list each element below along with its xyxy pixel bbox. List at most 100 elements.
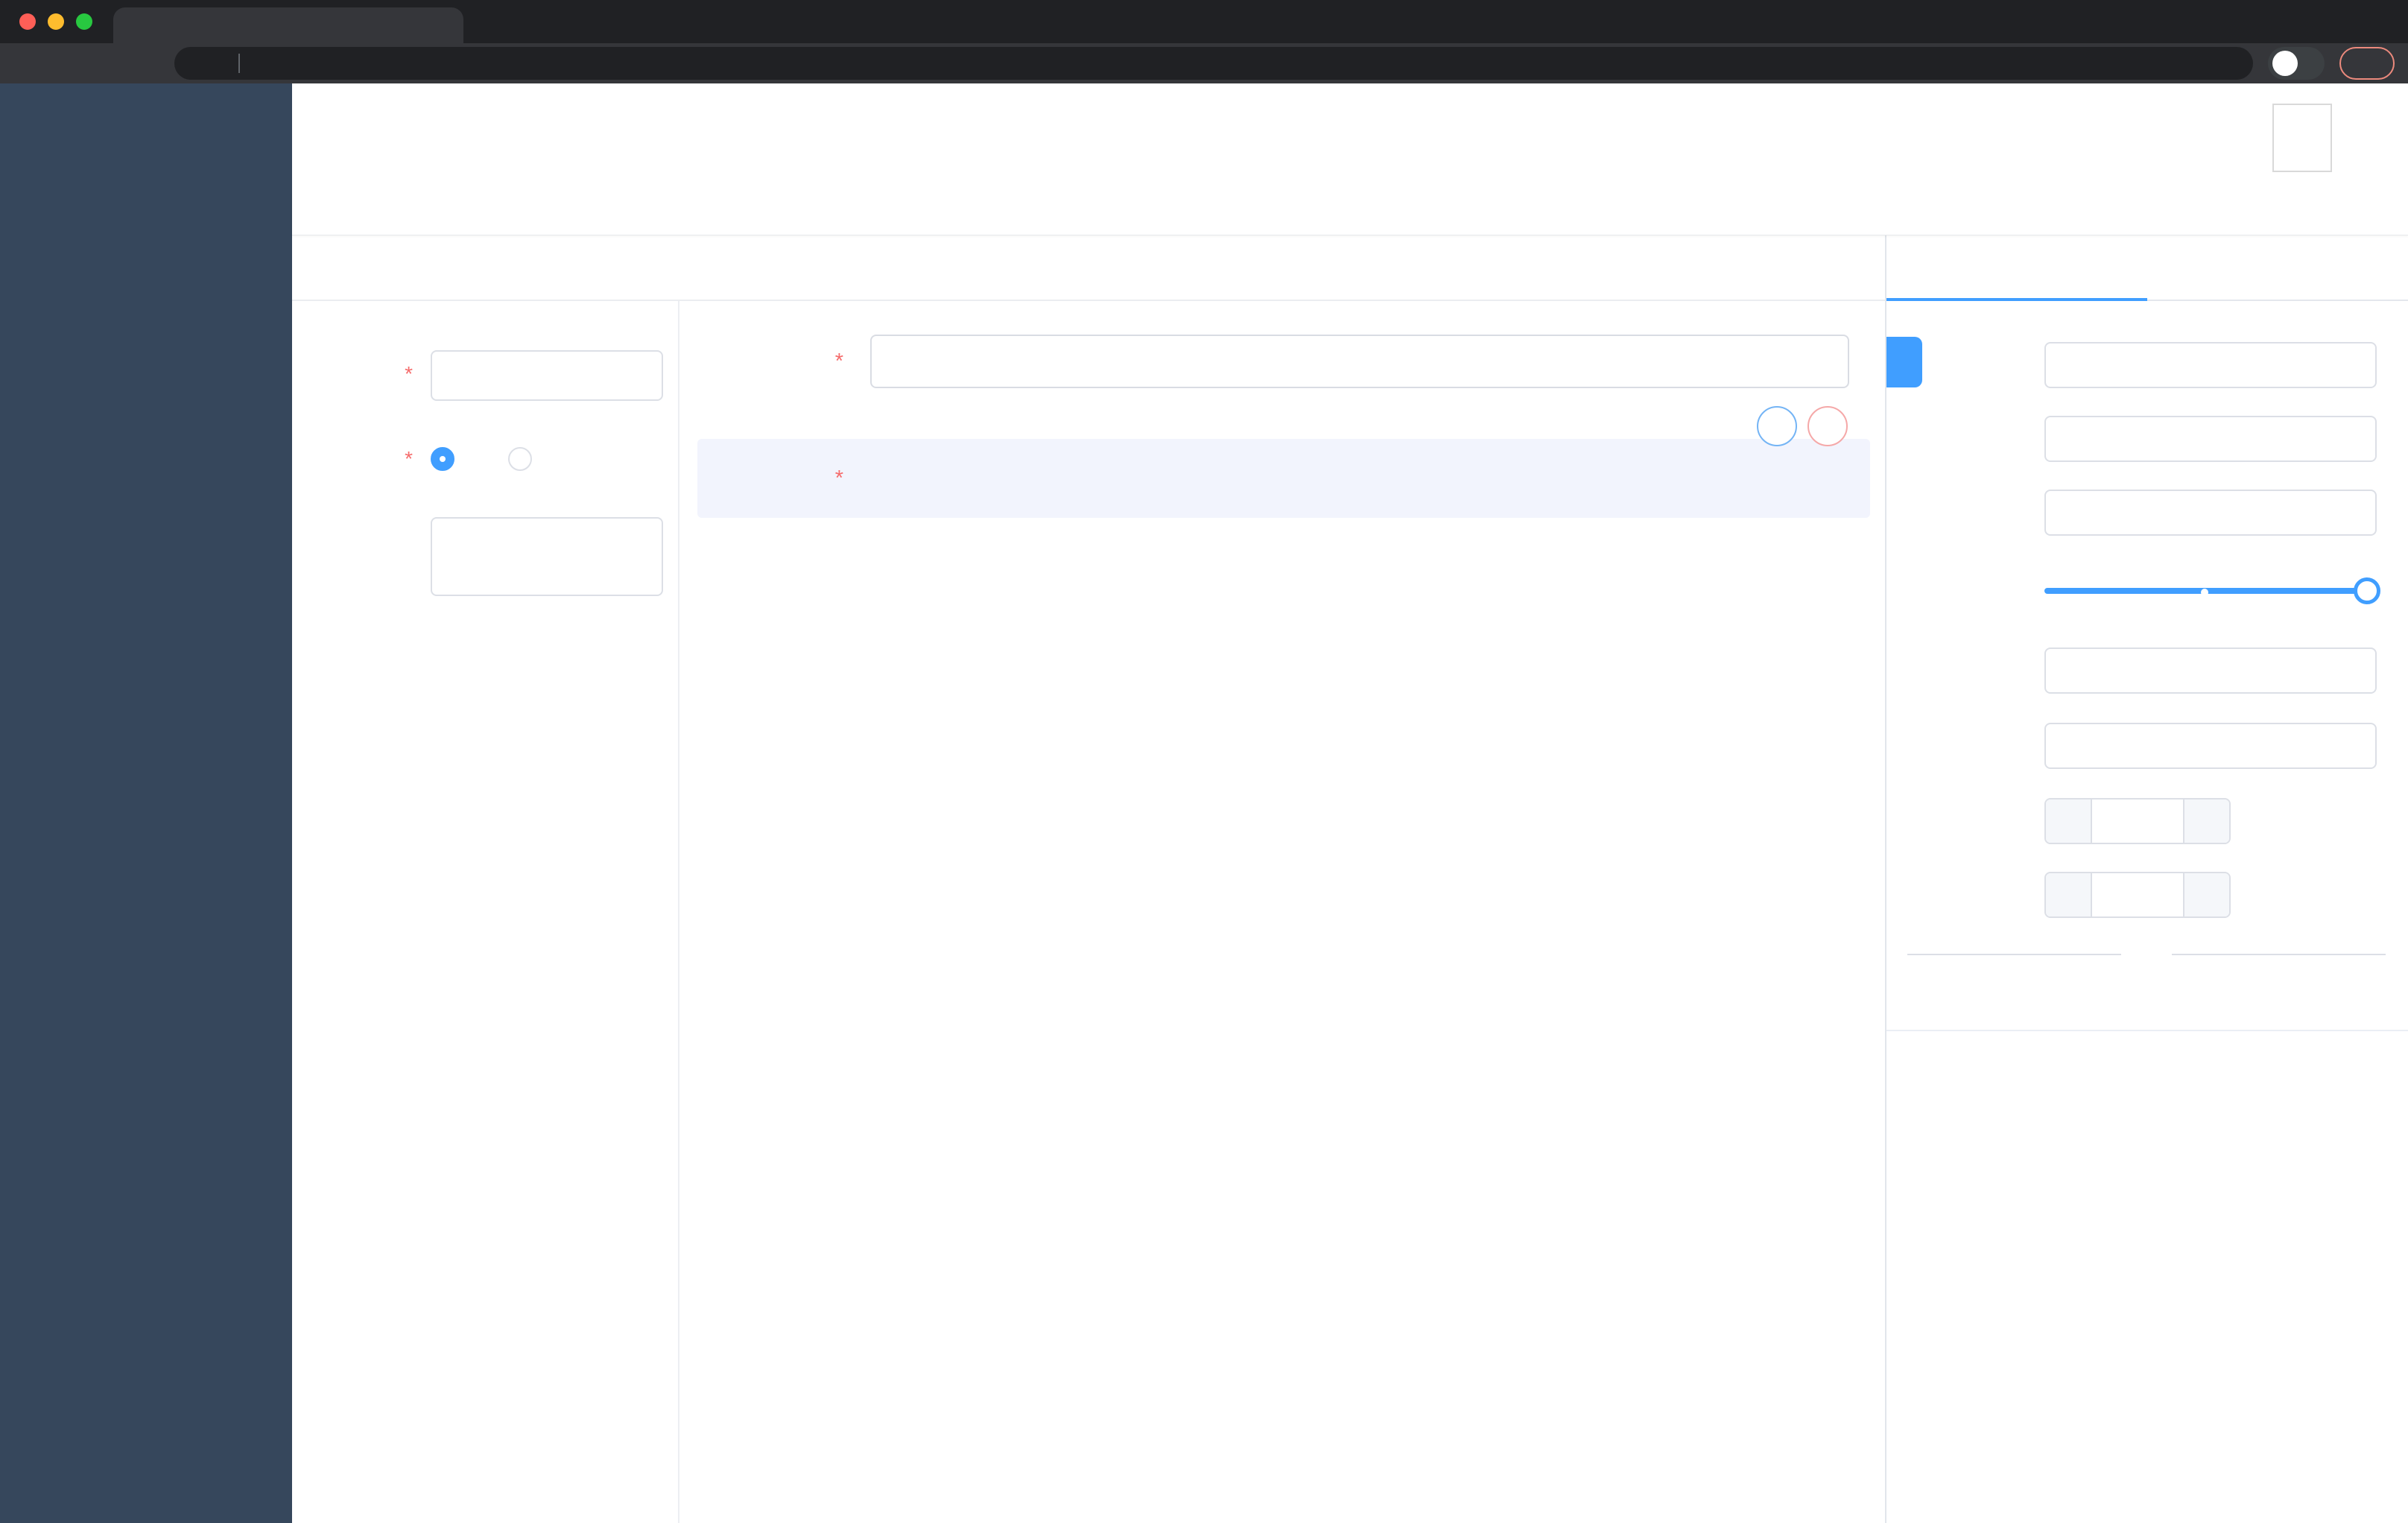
- open-page-tabs: [292, 192, 2408, 235]
- options-divider: [1907, 954, 2386, 955]
- search-icon[interactable]: [1952, 122, 1983, 153]
- slider-track[interactable]: [2044, 588, 2377, 594]
- site-favicon-icon: [130, 15, 150, 36]
- max-select-row: [1886, 872, 2408, 918]
- phone-field-row[interactable]: *: [679, 335, 1885, 388]
- user-avatar[interactable]: [2272, 104, 2332, 172]
- required-asterisk: *: [405, 362, 413, 385]
- form-name-label: *: [305, 350, 417, 386]
- field-action-buttons: [1757, 406, 1848, 446]
- add-option-button[interactable]: [1886, 976, 2408, 998]
- window-close-button[interactable]: [19, 13, 36, 30]
- address-divider: [238, 54, 240, 73]
- textarea-resize-icon[interactable]: [644, 580, 657, 594]
- required-asterisk: *: [834, 349, 843, 373]
- option-style-row: [1886, 1067, 2408, 1113]
- stepper-decrease-button[interactable]: [2046, 873, 2092, 916]
- form-name-row: *: [305, 350, 663, 401]
- title-input[interactable]: [2044, 490, 2377, 536]
- status-radio-on[interactable]: [431, 447, 466, 471]
- password-manager-icon[interactable]: [2182, 52, 2204, 75]
- delete-field-button[interactable]: [1807, 406, 1848, 446]
- view-json-button[interactable]: [1764, 256, 1796, 279]
- check-icon: [1699, 256, 1721, 279]
- grid-slider[interactable]: [2044, 568, 2380, 614]
- label-width-row: [1886, 647, 2408, 694]
- radio-dot: [431, 447, 454, 471]
- label-width-input[interactable]: [2044, 647, 2377, 694]
- stepper-increase-button[interactable]: [2183, 873, 2229, 916]
- browser-reload-icon[interactable]: [94, 51, 119, 76]
- toolbar-actions: [1699, 256, 1861, 279]
- browser-tab[interactable]: [113, 7, 463, 43]
- default-value-input[interactable]: [2044, 723, 2377, 769]
- incognito-avatar: [2272, 51, 2298, 76]
- data-binding-chip[interactable]: [1886, 337, 1922, 387]
- app-root: * * * *: [0, 83, 2408, 1523]
- browser-home-icon[interactable]: [134, 51, 159, 76]
- main-area: * * * *: [292, 83, 2408, 1523]
- copy-icon: [1767, 417, 1787, 436]
- designer-workspace: * * * *: [292, 301, 1885, 1523]
- component-type-select[interactable]: [2044, 342, 2377, 388]
- fullscreen-icon[interactable]: [2144, 122, 2176, 153]
- min-select-placeholder[interactable]: [2092, 800, 2183, 843]
- component-palette: * *: [292, 301, 679, 1523]
- content-area: * * * *: [292, 235, 2408, 1523]
- required-asterisk: *: [405, 447, 413, 470]
- browser-chrome: [0, 0, 2408, 83]
- address-bar[interactable]: [174, 47, 2253, 80]
- link-icon: [1893, 351, 1916, 373]
- bookmark-icon[interactable]: [2214, 52, 2237, 75]
- stepper-increase-button[interactable]: [2183, 800, 2229, 843]
- save-button[interactable]: [1699, 256, 1730, 279]
- gender-field-selected[interactable]: *: [697, 406, 1870, 518]
- form-name-input[interactable]: [431, 350, 663, 401]
- field-name-input[interactable]: [2044, 416, 2377, 462]
- browser-forward-icon[interactable]: [54, 51, 79, 76]
- default-value-row: [1886, 723, 2408, 769]
- tab-form-props[interactable]: [2147, 235, 2408, 300]
- gender-field-label: *: [697, 466, 848, 491]
- not-secure-icon: [191, 53, 212, 74]
- form-canvas[interactable]: * *: [679, 301, 1885, 1523]
- form-status-label: *: [305, 434, 417, 471]
- designer-column: * * * *: [292, 235, 1886, 1523]
- max-select-placeholder[interactable]: [2092, 873, 2183, 916]
- copy-field-button[interactable]: [1757, 406, 1797, 446]
- window-minimize-button[interactable]: [48, 13, 64, 30]
- form-remark-row: [305, 517, 663, 601]
- grid-row: [1886, 568, 2408, 614]
- min-select-stepper: [2044, 798, 2231, 844]
- status-radio-off[interactable]: [508, 447, 544, 471]
- sidebar: [0, 83, 292, 1523]
- window-maximize-button[interactable]: [76, 13, 92, 30]
- slider-handle[interactable]: [2354, 577, 2380, 604]
- header-actions: [1952, 104, 2383, 172]
- browser-back-icon[interactable]: [13, 51, 39, 76]
- help-icon[interactable]: [2080, 122, 2111, 153]
- github-icon[interactable]: [2016, 122, 2047, 153]
- form-remark-textarea[interactable]: [431, 517, 663, 596]
- broken-image-icon: [2284, 110, 2320, 145]
- font-size-icon[interactable]: [2208, 122, 2240, 153]
- form-status-row: *: [305, 434, 663, 484]
- app-logo: [42, 110, 100, 162]
- section-separator: [1886, 1030, 2408, 1031]
- slider-stop-mark: [2201, 589, 2208, 596]
- phone-field-input[interactable]: [870, 335, 1849, 388]
- window-controls: [19, 13, 92, 30]
- title-row: [1886, 490, 2408, 536]
- chevron-down-icon: [2345, 355, 2365, 375]
- tab-component-props[interactable]: [1886, 235, 2147, 300]
- component-type-row: [1886, 342, 2408, 388]
- user-menu-caret-icon[interactable]: [2351, 122, 2383, 153]
- max-select-stepper: [2044, 872, 2231, 918]
- chrome-caret-icon[interactable]: [2372, 64, 2389, 80]
- incognito-badge: [2268, 47, 2325, 80]
- clear-button[interactable]: [1830, 256, 1861, 279]
- sidebar-logo-row[interactable]: [0, 83, 292, 188]
- sidebar-collapse-icon[interactable]: [313, 122, 344, 153]
- stepper-decrease-button[interactable]: [2046, 800, 2092, 843]
- incognito-icon: [2275, 54, 2295, 73]
